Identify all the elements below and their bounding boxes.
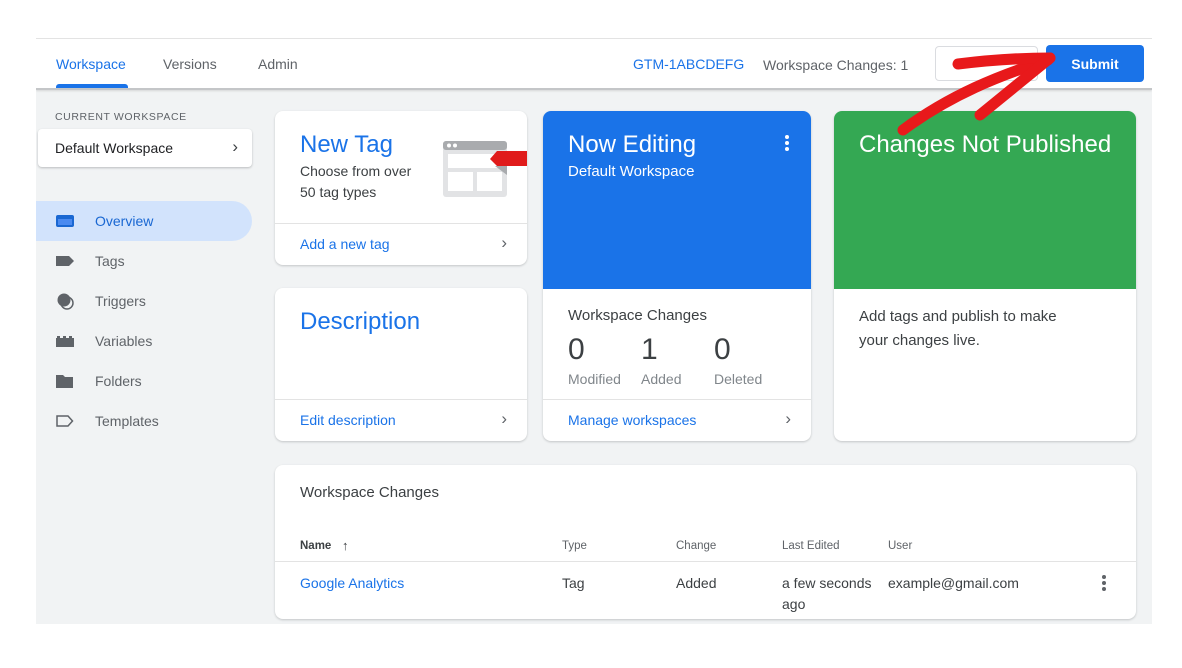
folder-icon xyxy=(56,375,73,388)
current-workspace-name: Default Workspace xyxy=(55,140,174,156)
now-editing-card: Now Editing Default Workspace Workspace … xyxy=(543,111,811,441)
workspace-changes-count: Workspace Changes: 1 xyxy=(763,57,909,73)
edit-description-link[interactable]: Edit description › xyxy=(275,399,527,441)
gtm-app: Workspace Versions Admin GTM-1ABCDEFG Wo… xyxy=(36,38,1152,624)
new-tag-line1: Choose from over xyxy=(300,163,412,179)
add-new-tag-label: Add a new tag xyxy=(300,236,390,252)
column-header-last-edited[interactable]: Last Edited xyxy=(782,540,840,552)
not-published-line1: Add tags and publish to make xyxy=(859,308,1057,325)
sort-ascending-icon[interactable]: ↑ xyxy=(342,538,349,553)
sidebar-item-label: Folders xyxy=(95,373,142,389)
preview-button[interactable] xyxy=(935,46,1038,81)
tab-workspace[interactable]: Workspace xyxy=(56,56,126,72)
row-user: example@gmail.com xyxy=(888,575,1019,591)
row-change: Added xyxy=(676,575,717,591)
active-tab-indicator xyxy=(56,84,128,88)
current-workspace-selector[interactable]: Default Workspace › xyxy=(38,129,252,167)
edit-description-label: Edit description xyxy=(300,412,396,428)
deleted-count: 0 xyxy=(714,333,731,366)
row-name-link[interactable]: Google Analytics xyxy=(300,573,404,594)
chevron-right-icon: › xyxy=(501,233,507,252)
current-workspace-label: CURRENT WORKSPACE xyxy=(55,111,187,123)
tag-illustration-icon xyxy=(443,141,527,197)
added-count: 1 xyxy=(641,333,658,366)
sidebar-item-templates[interactable]: Templates xyxy=(36,401,252,441)
tag-icon xyxy=(56,256,74,266)
sidebar-item-overview[interactable]: Overview xyxy=(36,201,252,241)
template-icon xyxy=(56,415,74,427)
table-divider xyxy=(275,561,1136,562)
tab-admin[interactable]: Admin xyxy=(258,56,298,72)
description-card: Description Edit description › xyxy=(275,288,527,441)
sidebar-item-label: Triggers xyxy=(95,293,146,309)
sidebar-item-variables[interactable]: Variables xyxy=(36,321,252,361)
now-editing-header: Now Editing Default Workspace xyxy=(543,111,811,289)
sidebar-item-folders[interactable]: Folders xyxy=(36,361,252,401)
chevron-right-icon: › xyxy=(785,409,791,428)
row-more-options-icon[interactable] xyxy=(1102,575,1106,591)
manage-workspaces-label: Manage workspaces xyxy=(568,412,697,428)
overview-icon xyxy=(56,215,74,227)
submit-button[interactable]: Submit xyxy=(1046,45,1144,82)
top-bar: Workspace Versions Admin GTM-1ABCDEFG Wo… xyxy=(36,39,1152,90)
column-header-name[interactable]: Name xyxy=(300,540,331,552)
variables-icon xyxy=(56,336,74,347)
column-header-user[interactable]: User xyxy=(888,540,912,552)
not-published-title: Changes Not Published xyxy=(859,131,1112,158)
chevron-right-icon: › xyxy=(232,137,238,156)
not-published-header: Changes Not Published xyxy=(834,111,1136,289)
tab-versions[interactable]: Versions xyxy=(163,56,217,72)
column-header-change[interactable]: Change xyxy=(676,540,716,552)
description-title: Description xyxy=(300,308,421,335)
modified-label: Modified xyxy=(568,371,621,387)
not-published-line2: your changes live. xyxy=(859,332,980,349)
now-editing-workspace: Default Workspace xyxy=(568,163,695,180)
sidebar-item-label: Tags xyxy=(95,253,125,269)
row-last-edited-line1: a few seconds xyxy=(782,575,872,591)
add-new-tag-link[interactable]: Add a new tag › xyxy=(275,223,527,265)
chevron-right-icon: › xyxy=(501,409,507,428)
sidebar-item-tags[interactable]: Tags xyxy=(36,241,252,281)
sidebar-item-label: Variables xyxy=(95,333,153,349)
row-last-edited-line2: ago xyxy=(782,596,806,612)
changes-not-published-card: Changes Not Published Add tags and publi… xyxy=(834,111,1136,441)
now-editing-title: Now Editing xyxy=(568,131,697,158)
container-id-link[interactable]: GTM-1ABCDEFG xyxy=(633,56,744,72)
new-tag-line2: 50 tag types xyxy=(300,184,377,200)
more-options-icon[interactable] xyxy=(785,135,789,151)
column-header-type[interactable]: Type xyxy=(562,540,587,552)
trigger-icon xyxy=(57,293,74,310)
workspace-changes-table-card: Workspace Changes Name ↑ Type Change Las… xyxy=(275,465,1136,619)
added-label: Added xyxy=(641,371,682,387)
sidebar-item-label: Overview xyxy=(95,213,154,229)
row-type: Tag xyxy=(562,575,585,591)
deleted-label: Deleted xyxy=(714,371,763,387)
modified-count: 0 xyxy=(568,333,585,366)
sidebar-item-label: Templates xyxy=(95,413,159,429)
new-tag-card[interactable]: New Tag Choose from over 50 tag types Ad… xyxy=(275,111,527,265)
workspace-changes-heading: Workspace Changes xyxy=(568,307,707,324)
table-title: Workspace Changes xyxy=(300,484,439,501)
sidebar-item-triggers[interactable]: Triggers xyxy=(36,281,252,321)
manage-workspaces-link[interactable]: Manage workspaces › xyxy=(543,399,811,441)
new-tag-title: New Tag xyxy=(300,131,393,158)
